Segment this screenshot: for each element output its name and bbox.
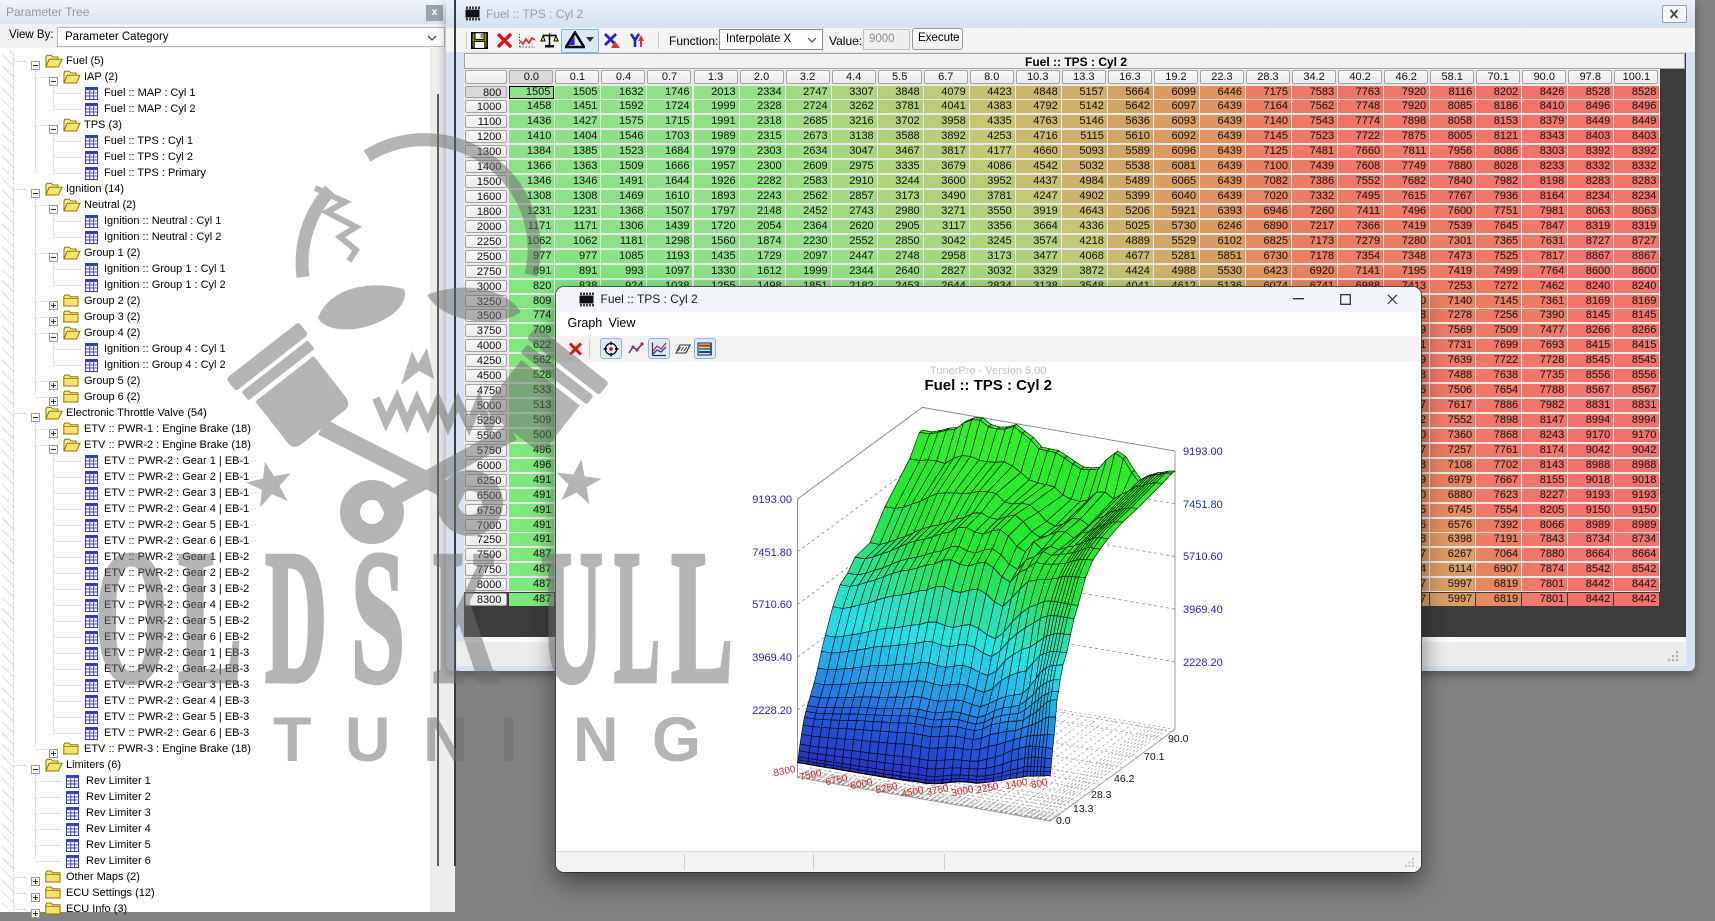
svg-text:2228.20: 2228.20 <box>752 705 792 717</box>
svg-text:90.0: 90.0 <box>1168 733 1189 745</box>
svg-text:3969.40: 3969.40 <box>752 652 792 664</box>
svg-text:5710.60: 5710.60 <box>1183 551 1223 563</box>
svg-text:5710.60: 5710.60 <box>752 599 792 611</box>
svg-text:3750: 3750 <box>925 783 949 798</box>
svg-text:3969.40: 3969.40 <box>1183 604 1223 616</box>
svg-text:46.2: 46.2 <box>1114 773 1135 785</box>
svg-text:9193.00: 9193.00 <box>752 494 792 506</box>
svg-text:7451.80: 7451.80 <box>752 547 792 559</box>
svg-text:8300: 8300 <box>772 764 796 779</box>
svg-text:9193.00: 9193.00 <box>1183 446 1223 458</box>
svg-text:1400: 1400 <box>1004 777 1028 792</box>
svg-text:13.3: 13.3 <box>1073 803 1094 815</box>
svg-text:28.3: 28.3 <box>1091 789 1112 801</box>
svg-text:0.0: 0.0 <box>1056 815 1071 827</box>
svg-text:800: 800 <box>1030 777 1049 791</box>
svg-text:2228.20: 2228.20 <box>1183 657 1223 669</box>
svg-text:7451.80: 7451.80 <box>1183 499 1223 511</box>
svg-text:I: I <box>500 705 518 775</box>
svg-text:70.1: 70.1 <box>1144 751 1165 763</box>
